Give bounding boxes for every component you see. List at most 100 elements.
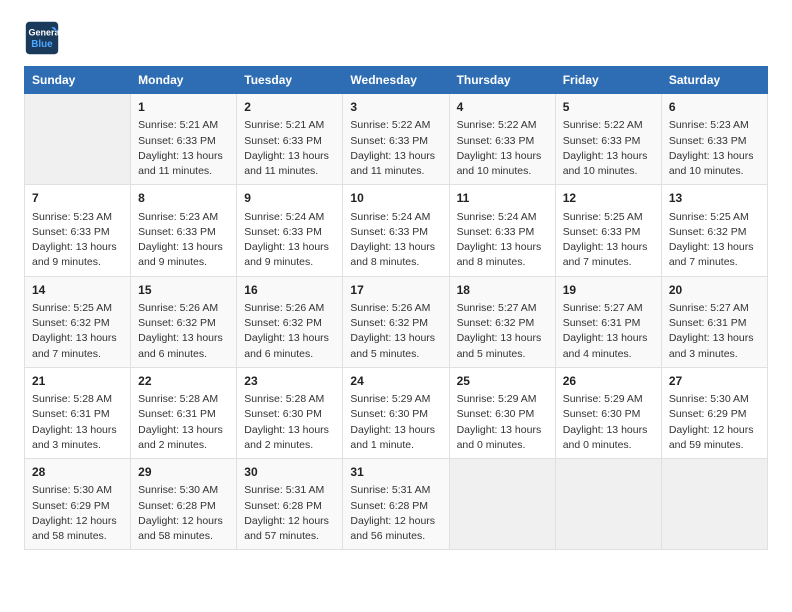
day-number: 14 xyxy=(32,282,123,299)
calendar-cell: 21Sunrise: 5:28 AMSunset: 6:31 PMDayligh… xyxy=(25,367,131,458)
cell-line: Daylight: 13 hours xyxy=(457,423,548,438)
cell-line: Sunset: 6:28 PM xyxy=(138,499,229,514)
cell-line: Sunrise: 5:25 AM xyxy=(563,210,654,225)
calendar-cell: 15Sunrise: 5:26 AMSunset: 6:32 PMDayligh… xyxy=(131,276,237,367)
calendar-table: SundayMondayTuesdayWednesdayThursdayFrid… xyxy=(24,66,768,550)
cell-line: Sunset: 6:32 PM xyxy=(138,316,229,331)
cell-line: Daylight: 13 hours xyxy=(138,331,229,346)
header-day-thursday: Thursday xyxy=(449,67,555,94)
cell-line: Sunrise: 5:29 AM xyxy=(350,392,441,407)
cell-line: and 56 minutes. xyxy=(350,529,441,544)
day-number: 27 xyxy=(669,373,760,390)
cell-line: Daylight: 13 hours xyxy=(32,331,123,346)
calendar-cell: 8Sunrise: 5:23 AMSunset: 6:33 PMDaylight… xyxy=(131,185,237,276)
cell-line: Daylight: 13 hours xyxy=(563,423,654,438)
cell-line: Sunrise: 5:22 AM xyxy=(350,118,441,133)
cell-line: Sunset: 6:28 PM xyxy=(244,499,335,514)
cell-line: and 3 minutes. xyxy=(32,438,123,453)
cell-line: and 9 minutes. xyxy=(32,255,123,270)
cell-line: Sunset: 6:33 PM xyxy=(244,134,335,149)
cell-line: Daylight: 13 hours xyxy=(244,423,335,438)
week-row-1: 1Sunrise: 5:21 AMSunset: 6:33 PMDaylight… xyxy=(25,94,768,185)
calendar-cell: 3Sunrise: 5:22 AMSunset: 6:33 PMDaylight… xyxy=(343,94,449,185)
calendar-cell: 23Sunrise: 5:28 AMSunset: 6:30 PMDayligh… xyxy=(237,367,343,458)
cell-line: Sunrise: 5:28 AM xyxy=(244,392,335,407)
cell-line: and 59 minutes. xyxy=(669,438,760,453)
day-number: 4 xyxy=(457,99,548,116)
cell-line: and 2 minutes. xyxy=(244,438,335,453)
cell-line: Sunset: 6:33 PM xyxy=(457,134,548,149)
cell-line: and 58 minutes. xyxy=(32,529,123,544)
calendar-cell: 27Sunrise: 5:30 AMSunset: 6:29 PMDayligh… xyxy=(661,367,767,458)
cell-line: and 9 minutes. xyxy=(138,255,229,270)
header-day-tuesday: Tuesday xyxy=(237,67,343,94)
day-number: 17 xyxy=(350,282,441,299)
day-number: 24 xyxy=(350,373,441,390)
week-row-4: 21Sunrise: 5:28 AMSunset: 6:31 PMDayligh… xyxy=(25,367,768,458)
svg-text:Blue: Blue xyxy=(31,39,53,50)
cell-line: Daylight: 13 hours xyxy=(563,149,654,164)
day-number: 20 xyxy=(669,282,760,299)
cell-line: Sunset: 6:30 PM xyxy=(350,407,441,422)
calendar-cell: 11Sunrise: 5:24 AMSunset: 6:33 PMDayligh… xyxy=(449,185,555,276)
cell-line: Sunset: 6:33 PM xyxy=(669,134,760,149)
cell-line: Sunrise: 5:29 AM xyxy=(563,392,654,407)
cell-line: and 1 minute. xyxy=(350,438,441,453)
calendar-cell: 5Sunrise: 5:22 AMSunset: 6:33 PMDaylight… xyxy=(555,94,661,185)
cell-line: and 11 minutes. xyxy=(244,164,335,179)
calendar-cell: 26Sunrise: 5:29 AMSunset: 6:30 PMDayligh… xyxy=(555,367,661,458)
calendar-cell: 31Sunrise: 5:31 AMSunset: 6:28 PMDayligh… xyxy=(343,459,449,550)
day-number: 6 xyxy=(669,99,760,116)
cell-line: Daylight: 13 hours xyxy=(350,331,441,346)
cell-line: Sunrise: 5:30 AM xyxy=(138,483,229,498)
header-day-saturday: Saturday xyxy=(661,67,767,94)
cell-line: and 6 minutes. xyxy=(244,347,335,362)
cell-line: and 3 minutes. xyxy=(669,347,760,362)
cell-line: Sunrise: 5:23 AM xyxy=(32,210,123,225)
header-row: SundayMondayTuesdayWednesdayThursdayFrid… xyxy=(25,67,768,94)
calendar-cell: 4Sunrise: 5:22 AMSunset: 6:33 PMDaylight… xyxy=(449,94,555,185)
cell-line: and 5 minutes. xyxy=(350,347,441,362)
cell-line: Daylight: 13 hours xyxy=(669,240,760,255)
cell-line: Sunset: 6:33 PM xyxy=(244,225,335,240)
cell-line: and 7 minutes. xyxy=(563,255,654,270)
cell-line: Sunrise: 5:30 AM xyxy=(669,392,760,407)
cell-line: Daylight: 13 hours xyxy=(244,149,335,164)
day-number: 13 xyxy=(669,190,760,207)
cell-line: Sunset: 6:33 PM xyxy=(350,134,441,149)
cell-line: Sunset: 6:31 PM xyxy=(138,407,229,422)
calendar-cell: 7Sunrise: 5:23 AMSunset: 6:33 PMDaylight… xyxy=(25,185,131,276)
cell-line: Sunset: 6:32 PM xyxy=(457,316,548,331)
cell-line: Daylight: 13 hours xyxy=(138,240,229,255)
cell-line: Sunrise: 5:31 AM xyxy=(244,483,335,498)
day-number: 5 xyxy=(563,99,654,116)
cell-line: Daylight: 13 hours xyxy=(244,331,335,346)
cell-line: and 0 minutes. xyxy=(563,438,654,453)
logo-icon: General Blue xyxy=(24,20,60,56)
cell-line: Sunrise: 5:28 AM xyxy=(138,392,229,407)
calendar-cell: 1Sunrise: 5:21 AMSunset: 6:33 PMDaylight… xyxy=(131,94,237,185)
cell-line: Sunset: 6:30 PM xyxy=(244,407,335,422)
cell-line: Sunrise: 5:23 AM xyxy=(669,118,760,133)
cell-line: Sunrise: 5:27 AM xyxy=(563,301,654,316)
cell-line: and 57 minutes. xyxy=(244,529,335,544)
cell-line: Sunset: 6:31 PM xyxy=(669,316,760,331)
header-day-wednesday: Wednesday xyxy=(343,67,449,94)
day-number: 9 xyxy=(244,190,335,207)
cell-line: Sunset: 6:32 PM xyxy=(32,316,123,331)
calendar-body: 1Sunrise: 5:21 AMSunset: 6:33 PMDaylight… xyxy=(25,94,768,550)
calendar-cell: 30Sunrise: 5:31 AMSunset: 6:28 PMDayligh… xyxy=(237,459,343,550)
cell-line: Daylight: 12 hours xyxy=(32,514,123,529)
cell-line: Sunrise: 5:27 AM xyxy=(669,301,760,316)
day-number: 30 xyxy=(244,464,335,481)
calendar-cell: 2Sunrise: 5:21 AMSunset: 6:33 PMDaylight… xyxy=(237,94,343,185)
header-day-friday: Friday xyxy=(555,67,661,94)
day-number: 19 xyxy=(563,282,654,299)
cell-line: and 10 minutes. xyxy=(563,164,654,179)
cell-line: Daylight: 13 hours xyxy=(669,149,760,164)
day-number: 3 xyxy=(350,99,441,116)
day-number: 21 xyxy=(32,373,123,390)
cell-line: Sunset: 6:32 PM xyxy=(244,316,335,331)
cell-line: and 7 minutes. xyxy=(669,255,760,270)
cell-line: and 10 minutes. xyxy=(457,164,548,179)
